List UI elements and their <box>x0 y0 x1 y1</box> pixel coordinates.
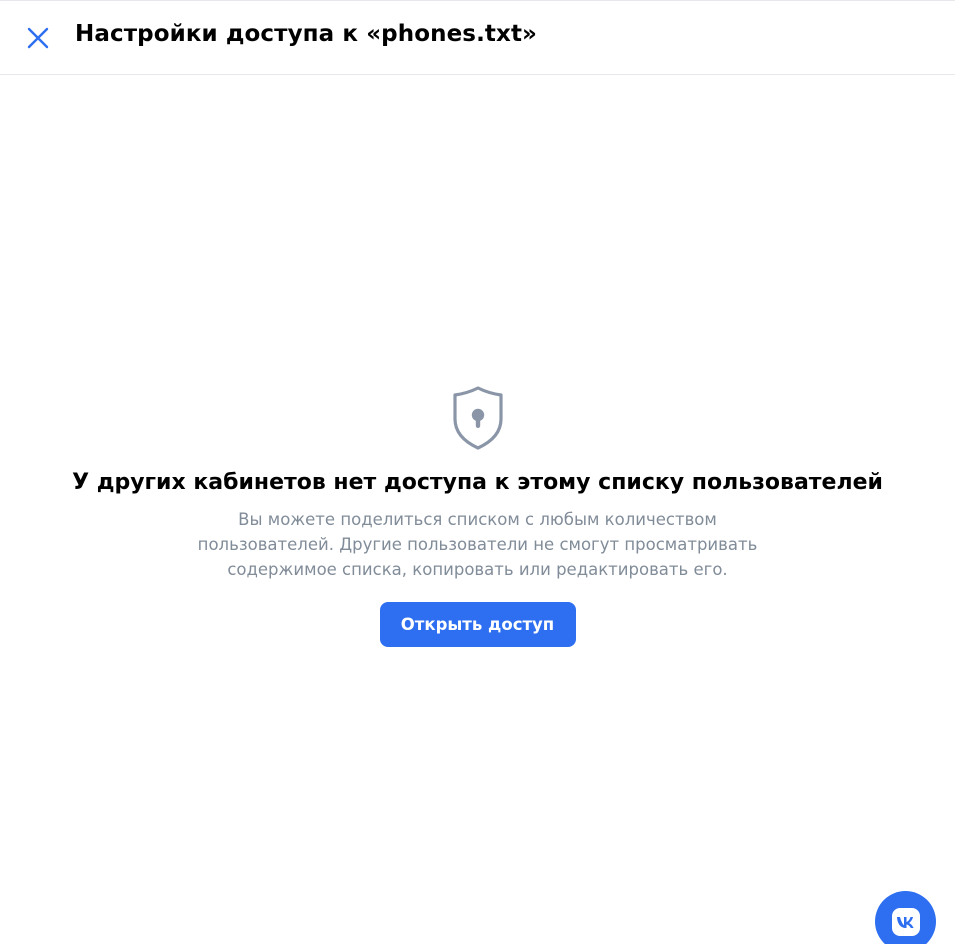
description-line: пользователей. Другие пользователи не см… <box>197 535 758 554</box>
page-title: Настройки доступа к «phones.txt» <box>75 21 537 47</box>
access-settings-page: Настройки доступа к «phones.txt» У други… <box>0 0 955 944</box>
vk-support-button[interactable] <box>875 891 936 944</box>
empty-state: У других кабинетов нет доступа к этому с… <box>0 385 955 647</box>
shield-keyhole-icon <box>451 385 505 451</box>
header: Настройки доступа к «phones.txt» <box>0 1 955 75</box>
open-access-button[interactable]: Открыть доступ <box>379 602 576 647</box>
description-line: содержимое списка, копировать или редакт… <box>227 560 728 579</box>
close-button[interactable] <box>24 24 52 52</box>
description-line: Вы можете поделиться списком с любым кол… <box>238 510 717 529</box>
empty-state-description: Вы можете поделиться списком с любым кол… <box>178 507 778 582</box>
empty-state-title: У других кабинетов нет доступа к этому с… <box>72 470 883 495</box>
close-icon <box>27 27 49 49</box>
vk-logo-icon <box>891 908 920 936</box>
